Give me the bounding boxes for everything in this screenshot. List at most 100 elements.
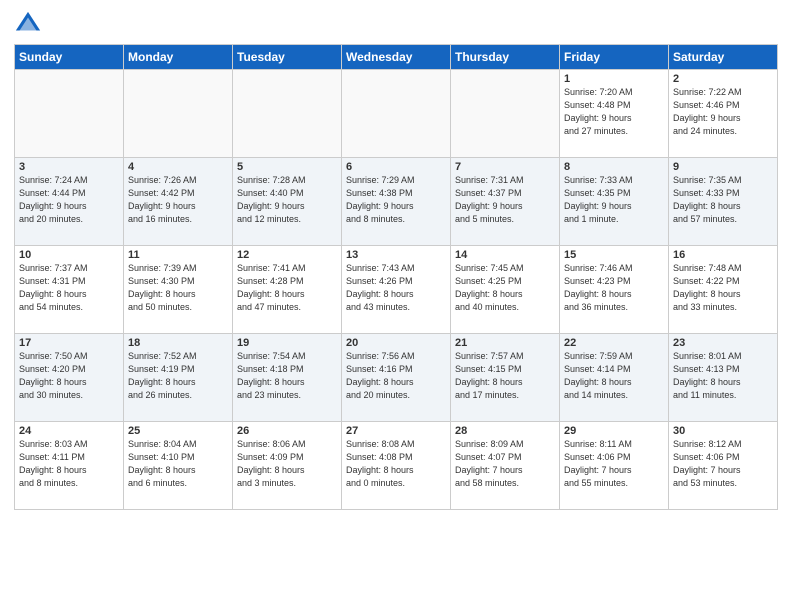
calendar-cell: 22Sunrise: 7:59 AM Sunset: 4:14 PM Dayli…: [560, 334, 669, 422]
weekday-header-thursday: Thursday: [451, 45, 560, 70]
calendar-cell: 6Sunrise: 7:29 AM Sunset: 4:38 PM Daylig…: [342, 158, 451, 246]
calendar-cell: 1Sunrise: 7:20 AM Sunset: 4:48 PM Daylig…: [560, 70, 669, 158]
calendar-cell: 10Sunrise: 7:37 AM Sunset: 4:31 PM Dayli…: [15, 246, 124, 334]
weekday-header-sunday: Sunday: [15, 45, 124, 70]
day-info: Sunrise: 7:39 AM Sunset: 4:30 PM Dayligh…: [128, 262, 228, 314]
day-info: Sunrise: 8:06 AM Sunset: 4:09 PM Dayligh…: [237, 438, 337, 490]
day-info: Sunrise: 7:43 AM Sunset: 4:26 PM Dayligh…: [346, 262, 446, 314]
calendar-week-3: 10Sunrise: 7:37 AM Sunset: 4:31 PM Dayli…: [15, 246, 778, 334]
day-number: 5: [237, 161, 337, 173]
weekday-header-monday: Monday: [124, 45, 233, 70]
day-info: Sunrise: 7:48 AM Sunset: 4:22 PM Dayligh…: [673, 262, 773, 314]
day-number: 6: [346, 161, 446, 173]
day-info: Sunrise: 8:04 AM Sunset: 4:10 PM Dayligh…: [128, 438, 228, 490]
logo: [14, 10, 46, 38]
day-number: 4: [128, 161, 228, 173]
logo-icon: [14, 10, 42, 38]
day-number: 17: [19, 337, 119, 349]
calendar-cell: 27Sunrise: 8:08 AM Sunset: 4:08 PM Dayli…: [342, 422, 451, 510]
day-number: 15: [564, 249, 664, 261]
calendar-cell: 23Sunrise: 8:01 AM Sunset: 4:13 PM Dayli…: [669, 334, 778, 422]
weekday-header-row: SundayMondayTuesdayWednesdayThursdayFrid…: [15, 45, 778, 70]
day-info: Sunrise: 7:28 AM Sunset: 4:40 PM Dayligh…: [237, 174, 337, 226]
day-info: Sunrise: 8:12 AM Sunset: 4:06 PM Dayligh…: [673, 438, 773, 490]
weekday-header-tuesday: Tuesday: [233, 45, 342, 70]
calendar-cell: 3Sunrise: 7:24 AM Sunset: 4:44 PM Daylig…: [15, 158, 124, 246]
day-number: 24: [19, 425, 119, 437]
day-info: Sunrise: 7:35 AM Sunset: 4:33 PM Dayligh…: [673, 174, 773, 226]
day-number: 7: [455, 161, 555, 173]
day-number: 21: [455, 337, 555, 349]
day-info: Sunrise: 7:41 AM Sunset: 4:28 PM Dayligh…: [237, 262, 337, 314]
calendar-cell: 7Sunrise: 7:31 AM Sunset: 4:37 PM Daylig…: [451, 158, 560, 246]
calendar-cell: 8Sunrise: 7:33 AM Sunset: 4:35 PM Daylig…: [560, 158, 669, 246]
calendar-cell: 4Sunrise: 7:26 AM Sunset: 4:42 PM Daylig…: [124, 158, 233, 246]
day-number: 10: [19, 249, 119, 261]
calendar-cell: 26Sunrise: 8:06 AM Sunset: 4:09 PM Dayli…: [233, 422, 342, 510]
calendar-cell: [451, 70, 560, 158]
calendar-week-5: 24Sunrise: 8:03 AM Sunset: 4:11 PM Dayli…: [15, 422, 778, 510]
day-number: 23: [673, 337, 773, 349]
day-number: 11: [128, 249, 228, 261]
calendar-cell: 18Sunrise: 7:52 AM Sunset: 4:19 PM Dayli…: [124, 334, 233, 422]
day-number: 9: [673, 161, 773, 173]
day-info: Sunrise: 7:26 AM Sunset: 4:42 PM Dayligh…: [128, 174, 228, 226]
day-info: Sunrise: 7:31 AM Sunset: 4:37 PM Dayligh…: [455, 174, 555, 226]
day-info: Sunrise: 7:20 AM Sunset: 4:48 PM Dayligh…: [564, 86, 664, 138]
calendar-week-1: 1Sunrise: 7:20 AM Sunset: 4:48 PM Daylig…: [15, 70, 778, 158]
calendar-cell: 28Sunrise: 8:09 AM Sunset: 4:07 PM Dayli…: [451, 422, 560, 510]
day-info: Sunrise: 7:50 AM Sunset: 4:20 PM Dayligh…: [19, 350, 119, 402]
page: SundayMondayTuesdayWednesdayThursdayFrid…: [0, 0, 792, 612]
day-info: Sunrise: 8:03 AM Sunset: 4:11 PM Dayligh…: [19, 438, 119, 490]
day-info: Sunrise: 8:09 AM Sunset: 4:07 PM Dayligh…: [455, 438, 555, 490]
day-number: 29: [564, 425, 664, 437]
weekday-header-wednesday: Wednesday: [342, 45, 451, 70]
calendar-cell: 19Sunrise: 7:54 AM Sunset: 4:18 PM Dayli…: [233, 334, 342, 422]
calendar-cell: 15Sunrise: 7:46 AM Sunset: 4:23 PM Dayli…: [560, 246, 669, 334]
day-number: 13: [346, 249, 446, 261]
day-number: 16: [673, 249, 773, 261]
day-number: 22: [564, 337, 664, 349]
day-number: 20: [346, 337, 446, 349]
calendar-cell: 9Sunrise: 7:35 AM Sunset: 4:33 PM Daylig…: [669, 158, 778, 246]
day-number: 1: [564, 73, 664, 85]
day-number: 26: [237, 425, 337, 437]
calendar-cell: [233, 70, 342, 158]
calendar-cell: [15, 70, 124, 158]
header: [14, 10, 778, 38]
calendar-cell: 24Sunrise: 8:03 AM Sunset: 4:11 PM Dayli…: [15, 422, 124, 510]
calendar-cell: 5Sunrise: 7:28 AM Sunset: 4:40 PM Daylig…: [233, 158, 342, 246]
calendar-cell: 30Sunrise: 8:12 AM Sunset: 4:06 PM Dayli…: [669, 422, 778, 510]
day-info: Sunrise: 7:37 AM Sunset: 4:31 PM Dayligh…: [19, 262, 119, 314]
calendar-cell: 11Sunrise: 7:39 AM Sunset: 4:30 PM Dayli…: [124, 246, 233, 334]
day-info: Sunrise: 7:54 AM Sunset: 4:18 PM Dayligh…: [237, 350, 337, 402]
calendar-cell: 17Sunrise: 7:50 AM Sunset: 4:20 PM Dayli…: [15, 334, 124, 422]
calendar-week-2: 3Sunrise: 7:24 AM Sunset: 4:44 PM Daylig…: [15, 158, 778, 246]
day-number: 8: [564, 161, 664, 173]
day-info: Sunrise: 8:01 AM Sunset: 4:13 PM Dayligh…: [673, 350, 773, 402]
day-number: 2: [673, 73, 773, 85]
day-number: 3: [19, 161, 119, 173]
day-number: 28: [455, 425, 555, 437]
calendar-cell: 20Sunrise: 7:56 AM Sunset: 4:16 PM Dayli…: [342, 334, 451, 422]
day-info: Sunrise: 7:45 AM Sunset: 4:25 PM Dayligh…: [455, 262, 555, 314]
weekday-header-friday: Friday: [560, 45, 669, 70]
day-info: Sunrise: 8:11 AM Sunset: 4:06 PM Dayligh…: [564, 438, 664, 490]
day-number: 12: [237, 249, 337, 261]
day-number: 18: [128, 337, 228, 349]
calendar-cell: [342, 70, 451, 158]
day-number: 27: [346, 425, 446, 437]
calendar-table: SundayMondayTuesdayWednesdayThursdayFrid…: [14, 44, 778, 510]
day-info: Sunrise: 7:24 AM Sunset: 4:44 PM Dayligh…: [19, 174, 119, 226]
calendar-cell: 12Sunrise: 7:41 AM Sunset: 4:28 PM Dayli…: [233, 246, 342, 334]
day-number: 14: [455, 249, 555, 261]
calendar-week-4: 17Sunrise: 7:50 AM Sunset: 4:20 PM Dayli…: [15, 334, 778, 422]
weekday-header-saturday: Saturday: [669, 45, 778, 70]
day-info: Sunrise: 7:22 AM Sunset: 4:46 PM Dayligh…: [673, 86, 773, 138]
day-info: Sunrise: 8:08 AM Sunset: 4:08 PM Dayligh…: [346, 438, 446, 490]
calendar-cell: 16Sunrise: 7:48 AM Sunset: 4:22 PM Dayli…: [669, 246, 778, 334]
calendar-cell: [124, 70, 233, 158]
calendar-cell: 25Sunrise: 8:04 AM Sunset: 4:10 PM Dayli…: [124, 422, 233, 510]
day-number: 25: [128, 425, 228, 437]
day-info: Sunrise: 7:56 AM Sunset: 4:16 PM Dayligh…: [346, 350, 446, 402]
